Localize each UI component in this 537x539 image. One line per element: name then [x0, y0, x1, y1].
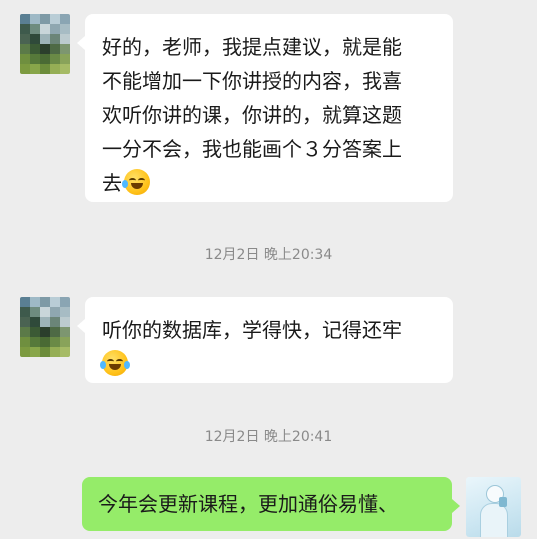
message-text-line: 不能增加一下你讲授的内容，我喜 [102, 69, 402, 93]
self-avatar[interactable] [466, 477, 521, 537]
message-timestamp: 12月2日 晚上20:41 [204, 429, 333, 445]
message-text-line: 好的，老师，我提点建议，就是能 [102, 35, 402, 59]
message-bubble-outgoing[interactable]: 今年会更新课程，更加通俗易懂、 [82, 477, 460, 531]
message-bubble-incoming[interactable]: 好的，老师，我提点建议，就是能 不能增加一下你讲授的内容，我喜 欢听你讲的课，你… [77, 14, 453, 202]
contact-avatar[interactable] [20, 297, 70, 357]
avatar-figure-body [480, 503, 508, 537]
message-bubble-incoming[interactable]: 听你的数据库，学得快，记得还牢 [77, 297, 453, 383]
message-timestamp: 12月2日 晚上20:34 [204, 247, 333, 263]
message-text-line [100, 347, 439, 381]
message-text-line: 今年会更新课程，更加通俗易懂、 [98, 492, 398, 516]
message-text-line: 欢听你讲的课，你讲的，就算这题 [102, 103, 402, 127]
message-text-fragment: 去 [102, 171, 122, 195]
laughing-crying-emoji-icon [122, 169, 150, 195]
avatar-figure-cup [499, 497, 507, 507]
message-text-line: 一分不会，我也能画个３分答案上 [102, 137, 402, 161]
message-text-line: 去 [102, 166, 439, 200]
contact-avatar[interactable] [20, 14, 70, 74]
tears-of-joy-emoji-icon [100, 350, 130, 376]
message-text-line: 听你的数据库，学得快，记得还牢 [102, 318, 402, 342]
